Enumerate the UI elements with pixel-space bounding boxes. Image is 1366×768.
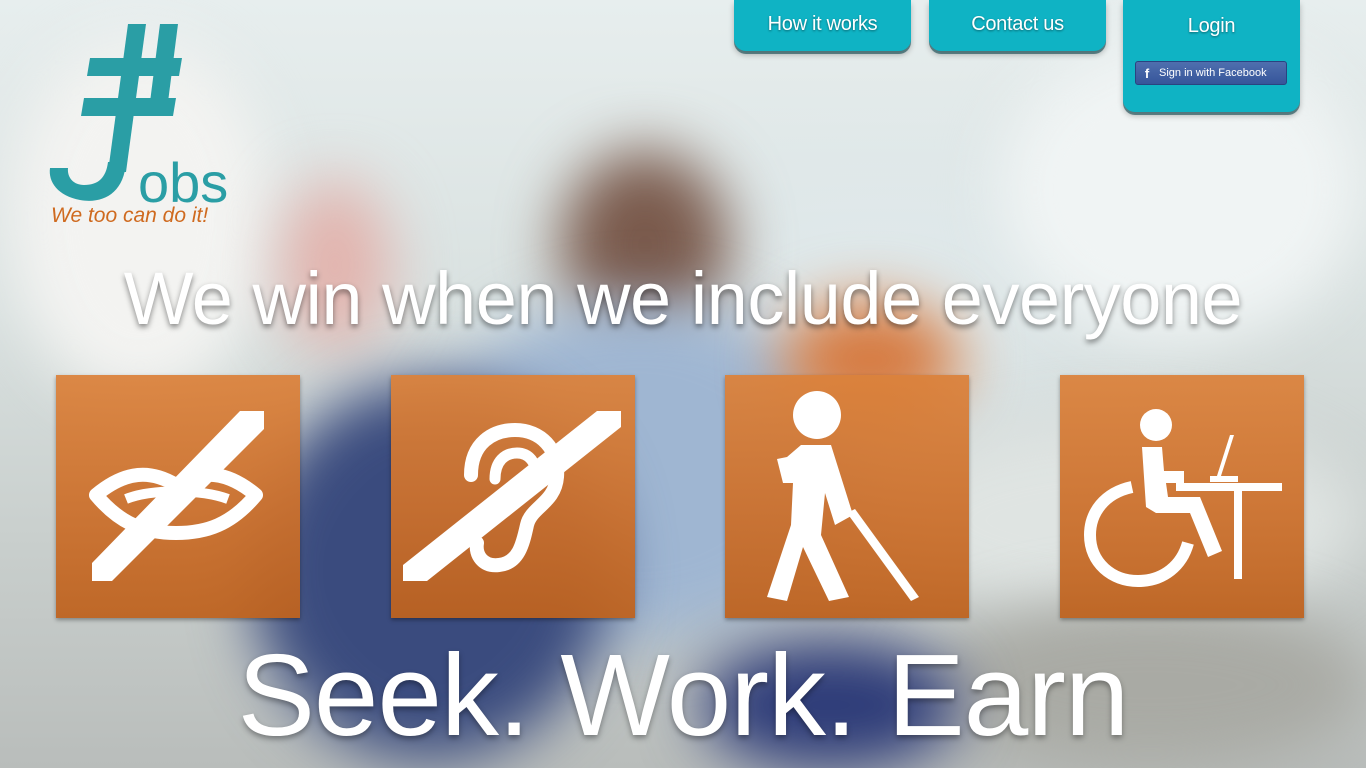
contact-us-label: Contact us bbox=[971, 13, 1064, 35]
hearing-impaired-tile bbox=[391, 375, 635, 618]
speech-impaired-icon bbox=[89, 411, 264, 581]
visually-impaired-icon bbox=[767, 391, 919, 601]
login-panel: Login f Sign in with Facebook bbox=[1123, 0, 1300, 112]
speech-impaired-tile bbox=[56, 375, 300, 618]
svg-text:obs: obs bbox=[138, 151, 228, 212]
login-label: Login bbox=[1187, 15, 1236, 37]
contact-us-tab[interactable]: Contact us bbox=[929, 0, 1106, 51]
visually-impaired-tile bbox=[725, 375, 969, 618]
hearing-impaired-icon bbox=[403, 411, 621, 581]
facebook-icon: f bbox=[1144, 65, 1150, 81]
facebook-signin-button[interactable]: f Sign in with Facebook bbox=[1135, 61, 1287, 85]
how-it-works-tab[interactable]: How it works bbox=[734, 0, 911, 51]
hero-headline: We win when we include everyone bbox=[123, 257, 1243, 340]
brand-tagline: We too can do it! bbox=[51, 204, 209, 227]
wheelchair-workstation-tile bbox=[1060, 375, 1304, 618]
hero-slogan: Seek. Work. Earn bbox=[237, 630, 1130, 760]
wheelchair-workstation-icon bbox=[1083, 409, 1282, 588]
facebook-signin-label: Sign in with Facebook bbox=[1159, 67, 1267, 79]
how-it-works-label: How it works bbox=[767, 13, 878, 35]
